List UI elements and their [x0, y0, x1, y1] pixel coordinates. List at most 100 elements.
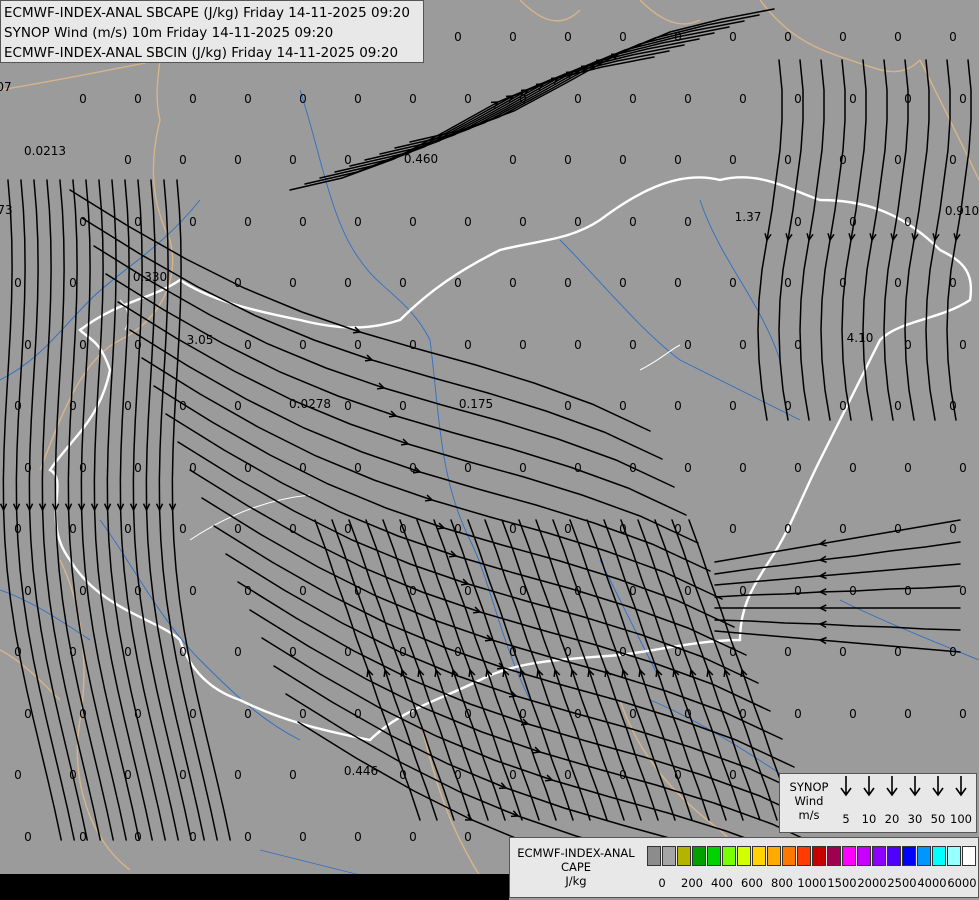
value-label-special-7: 0.175	[458, 397, 494, 411]
value-label-zero-155: 0	[904, 583, 912, 598]
value-label-zero-134: 0	[729, 522, 737, 536]
value-label-zero-72: 0	[24, 337, 32, 352]
cape-swatch-17	[902, 846, 916, 866]
wind-legend-arrow-5	[840, 776, 852, 797]
value-label-zero-177: 0	[134, 706, 142, 721]
wind-legend-arrow-30	[909, 776, 921, 797]
streamline-31	[273, 665, 739, 860]
value-label-zero-41: 0	[79, 214, 87, 229]
value-label-zero-130: 0	[509, 522, 517, 536]
value-label-zero-86: 0	[904, 337, 912, 352]
value-label-zero-149: 0	[574, 583, 582, 598]
value-label-zero-208: 0	[134, 829, 142, 844]
value-label-zero-173: 0	[894, 645, 902, 659]
value-label-zero-52: 0	[684, 214, 692, 229]
value-label-zero-42: 0	[134, 214, 142, 229]
value-label-zero-23: 0	[794, 91, 802, 106]
value-label-zero-132: 0	[619, 522, 627, 536]
value-label-zero-150: 0	[629, 583, 637, 598]
title-synop-wind: SYNOP Wind (m/s) 10m Friday 14-11-2025 0…	[4, 25, 334, 41]
admin-border-9	[639, 0, 701, 25]
value-label-zero-214: 0	[464, 829, 472, 844]
streamline-77	[714, 541, 961, 575]
value-label-zero-7: 0	[839, 30, 847, 44]
value-label-zero-96: 0	[619, 399, 627, 413]
cape-legend: ECMWF-INDEX-ANAL CAPE J/kg 0 200 400 600 800…	[509, 837, 979, 898]
value-label-zero-196: 0	[179, 768, 187, 782]
river-4	[699, 199, 781, 361]
value-label-zero-164: 0	[399, 645, 407, 659]
cape-swatch-10	[797, 846, 811, 866]
value-label-zero-111: 0	[464, 460, 472, 475]
value-label-special-1: 0.0213	[24, 144, 66, 158]
value-label-zero-21: 0	[684, 91, 692, 106]
value-label-zero-206: 0	[24, 829, 32, 844]
value-label-zero-35: 0	[674, 153, 682, 167]
wind-legend-value-30: 30	[907, 812, 923, 826]
wind-legend-value-5: 5	[842, 812, 850, 826]
value-label-zero-69: 0	[839, 276, 847, 290]
cape-swatch-12	[827, 846, 841, 866]
value-label-zero-158: 0	[69, 645, 77, 659]
value-label-zero-108: 0	[299, 460, 307, 475]
value-label-zero-137: 0	[894, 522, 902, 536]
value-label-zero-151: 0	[684, 583, 692, 598]
value-label-zero-147: 0	[464, 583, 472, 598]
value-label-zero-201: 0	[509, 768, 517, 782]
wind-legend-title: SYNOP Wind m/s	[784, 780, 834, 822]
cape-swatch-2	[677, 846, 691, 866]
value-label-zero-51: 0	[629, 214, 637, 229]
value-label-zero-26: 0	[959, 91, 967, 106]
wind-legend-value-10: 10	[861, 812, 877, 826]
cape-swatch-0	[647, 846, 661, 866]
value-label-zero-146: 0	[409, 583, 417, 598]
value-label-zero-94: 0	[399, 399, 407, 413]
wind-legend-arrow-100	[955, 776, 967, 797]
value-label-zero-163: 0	[344, 645, 352, 659]
value-label-zero-85: 0	[794, 337, 802, 352]
value-label-zero-186: 0	[629, 706, 637, 721]
value-label-zero-43: 0	[189, 214, 197, 229]
value-label-zero-100: 0	[839, 399, 847, 413]
value-label-zero-24: 0	[849, 91, 857, 106]
weather-map[interactable]: 07 0.0213 73 0.330 3.05 0.0278 0.460 0.175 1.37 4…	[0, 0, 979, 900]
admin-border-6	[419, 719, 501, 900]
wind-legend-arrow-50	[932, 776, 944, 797]
value-label-zero-114: 0	[629, 460, 637, 475]
value-label-zero-165: 0	[454, 645, 462, 659]
value-label-zero-180: 0	[299, 706, 307, 721]
value-label-zero-138: 0	[949, 522, 957, 536]
value-label-zero-161: 0	[234, 645, 242, 659]
value-label-zero-106: 0	[189, 460, 197, 475]
cape-swatch-21	[962, 846, 976, 866]
value-label-zero-74: 0	[134, 337, 142, 352]
cape-swatch-7	[752, 846, 766, 866]
value-label-zero-200: 0	[454, 768, 462, 782]
value-label-zero-125: 0	[234, 522, 242, 536]
value-label-zero-37: 0	[784, 153, 792, 167]
streamline-26	[213, 525, 795, 768]
streamline-27	[225, 553, 807, 796]
cape-swatch-9	[782, 846, 796, 866]
value-label-zero-185: 0	[574, 706, 582, 721]
value-label-zero-60: 0	[344, 276, 352, 290]
value-label-zero-203: 0	[619, 768, 627, 782]
value-label-zero-17: 0	[464, 91, 472, 106]
value-label-zero-12: 0	[189, 91, 197, 106]
cape-swatch-18	[917, 846, 931, 866]
value-label-zero-53: 0	[794, 214, 802, 229]
cape-swatch-4	[707, 846, 721, 866]
value-label-zero-126: 0	[289, 522, 297, 536]
value-label-zero-27: 0	[124, 153, 132, 167]
value-label-zero-14: 0	[299, 91, 307, 106]
value-label-zero-140: 0	[79, 583, 87, 598]
value-label-zero-8: 0	[894, 30, 902, 44]
value-label-zero-113: 0	[574, 460, 582, 475]
wind-legend-line-1: SYNOP	[789, 780, 829, 794]
value-label-zero-75: 0	[244, 337, 252, 352]
cape-swatch-5	[722, 846, 736, 866]
value-label-zero-55: 0	[904, 214, 912, 229]
cape-swatch-20	[947, 846, 961, 866]
cape-swatch-13	[842, 846, 856, 866]
value-label-zero-48: 0	[464, 214, 472, 229]
